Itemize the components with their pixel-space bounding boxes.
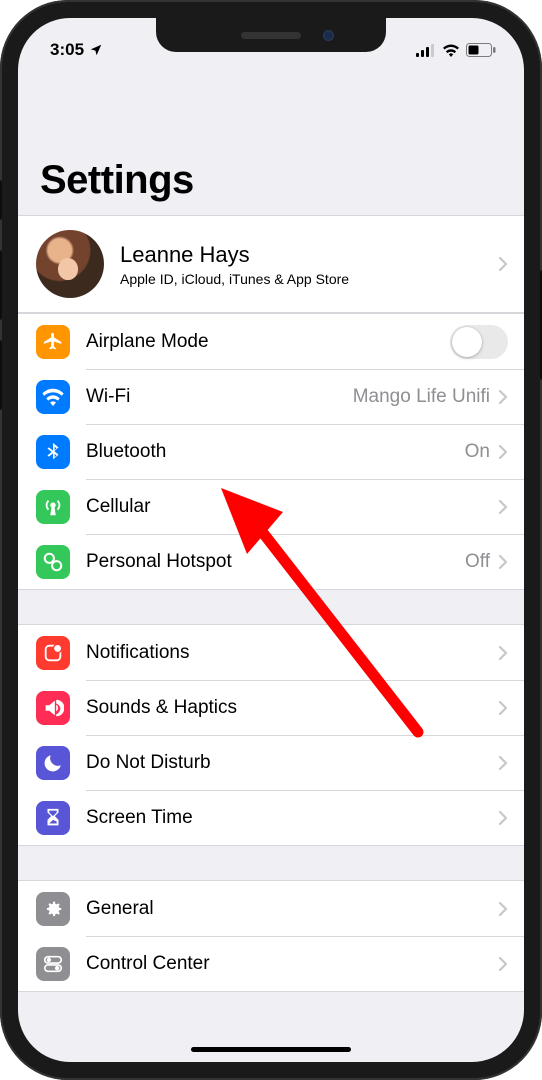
row-sounds-haptics[interactable]: Sounds & Haptics: [18, 680, 524, 735]
chevron-right-icon: [498, 700, 508, 716]
chevron-right-icon: [498, 755, 508, 771]
hourglass-icon: [36, 801, 70, 835]
chevron-right-icon: [498, 901, 508, 917]
settings-group: General Control Center: [18, 880, 524, 992]
row-label: Do Not Disturb: [86, 752, 498, 774]
chevron-right-icon: [498, 389, 508, 405]
sounds-icon: [36, 691, 70, 725]
row-label: Notifications: [86, 642, 498, 664]
status-right: [416, 43, 496, 57]
chevron-right-icon: [498, 645, 508, 661]
screen: 3:05: [18, 18, 524, 1062]
volume-up-button: [0, 250, 2, 320]
row-label: Wi-Fi: [86, 386, 353, 408]
volume-down-button: [0, 340, 2, 410]
row-label: Control Center: [86, 953, 498, 975]
row-notifications[interactable]: Notifications: [18, 625, 524, 680]
row-control-center[interactable]: Control Center: [18, 936, 524, 991]
row-personal-hotspot[interactable]: Personal HotspotOff: [18, 534, 524, 589]
chevron-right-icon: [498, 444, 508, 460]
profile-group: Leanne Hays Apple ID, iCloud, iTunes & A…: [18, 215, 524, 313]
row-general[interactable]: General: [18, 881, 524, 936]
profile-row[interactable]: Leanne Hays Apple ID, iCloud, iTunes & A…: [18, 216, 524, 312]
airplane-mode-toggle[interactable]: [450, 325, 508, 359]
wifi-icon: [442, 44, 460, 57]
status-left: 3:05: [50, 40, 103, 60]
chevron-right-icon: [498, 956, 508, 972]
battery-icon: [466, 43, 496, 57]
settings-group: Notifications Sounds & Haptics Do Not Dist…: [18, 624, 524, 846]
status-time: 3:05: [50, 40, 84, 60]
chevron-right-icon: [498, 554, 508, 570]
chevron-right-icon: [498, 499, 508, 515]
profile-text: Leanne Hays Apple ID, iCloud, iTunes & A…: [120, 242, 498, 287]
row-screen-time[interactable]: Screen Time: [18, 790, 524, 845]
title-area: Settings: [18, 68, 524, 215]
home-indicator[interactable]: [191, 1047, 351, 1052]
device-frame: 3:05: [0, 0, 542, 1080]
speaker: [241, 32, 301, 39]
row-label: General: [86, 898, 498, 920]
row-label: Sounds & Haptics: [86, 697, 498, 719]
bluetooth-icon: [36, 435, 70, 469]
wifi-icon: [36, 380, 70, 414]
chevron-right-icon: [498, 256, 508, 272]
moon-icon: [36, 746, 70, 780]
row-label: Cellular: [86, 496, 498, 518]
notch: [156, 18, 386, 52]
page-title: Settings: [40, 158, 502, 203]
avatar: [36, 230, 104, 298]
row-label: Screen Time: [86, 807, 498, 829]
mute-switch: [0, 180, 2, 220]
row-value: Mango Life Unifi: [353, 386, 490, 408]
notifications-icon: [36, 636, 70, 670]
cellular-signal-icon: [416, 44, 436, 57]
row-label: Bluetooth: [86, 441, 465, 463]
switches-icon: [36, 947, 70, 981]
row-do-not-disturb[interactable]: Do Not Disturb: [18, 735, 524, 790]
row-wi-fi[interactable]: Wi-FiMango Life Unifi: [18, 369, 524, 424]
row-cellular[interactable]: Cellular: [18, 479, 524, 534]
row-value: On: [465, 441, 490, 463]
row-label: Airplane Mode: [86, 331, 450, 353]
toggle-knob: [452, 327, 482, 357]
profile-name: Leanne Hays: [120, 242, 498, 268]
profile-subtitle: Apple ID, iCloud, iTunes & App Store: [120, 271, 498, 287]
location-arrow-icon: [89, 43, 103, 57]
cellular-icon: [36, 490, 70, 524]
row-value: Off: [465, 551, 490, 573]
front-camera: [323, 30, 334, 41]
row-bluetooth[interactable]: BluetoothOn: [18, 424, 524, 479]
airplane-icon: [36, 325, 70, 359]
chevron-right-icon: [498, 810, 508, 826]
row-airplane-mode[interactable]: Airplane Mode: [18, 314, 524, 369]
hotspot-icon: [36, 545, 70, 579]
row-label: Personal Hotspot: [86, 551, 465, 573]
gear-icon: [36, 892, 70, 926]
settings-group: Airplane ModeWi-FiMango Life UnifiBlueto…: [18, 313, 524, 590]
